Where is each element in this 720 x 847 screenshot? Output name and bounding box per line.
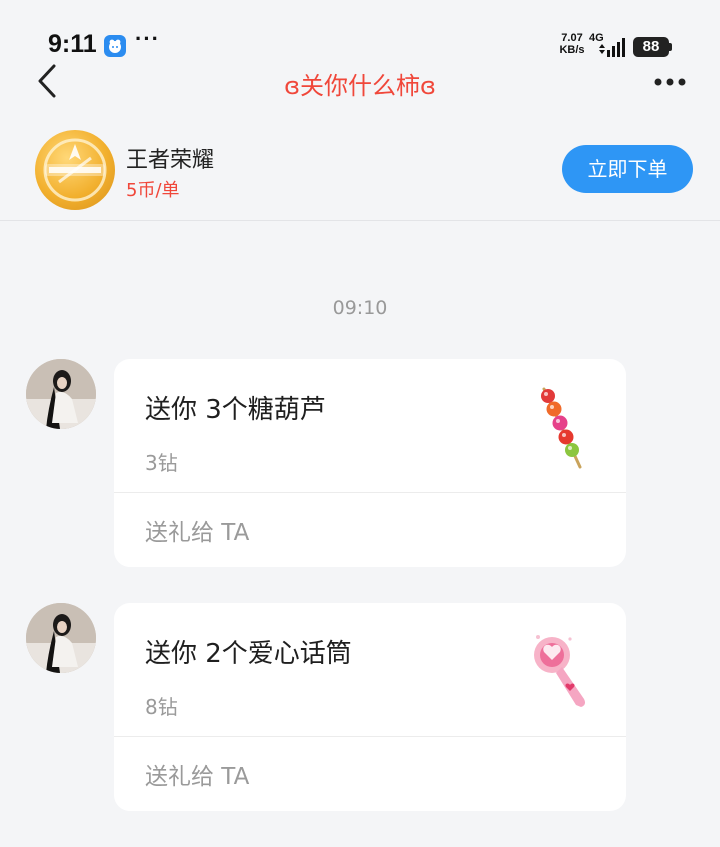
avatar[interactable] bbox=[26, 603, 96, 673]
order-now-button[interactable]: 立即下单 bbox=[562, 145, 693, 193]
candied-haws-icon bbox=[541, 387, 582, 469]
avatar[interactable] bbox=[26, 359, 96, 429]
more-options-button[interactable] bbox=[648, 70, 692, 94]
heart-microphone-icon bbox=[534, 635, 585, 707]
divider bbox=[114, 736, 626, 737]
chat-app-icon bbox=[104, 35, 126, 57]
signal-icon bbox=[599, 38, 625, 57]
network-speed: 7.07 KB/s bbox=[555, 32, 589, 56]
game-name: 王者荣耀 bbox=[126, 148, 215, 173]
game-price: 5币/单 bbox=[126, 180, 180, 201]
status-more-dots: ··· bbox=[135, 26, 160, 51]
send-gift-link[interactable]: 送礼给 TA bbox=[145, 513, 249, 547]
gift-title: 送你 3个糖葫芦 bbox=[145, 395, 326, 425]
gift-card: 送你 2个爱心话筒 8钻 送礼给 TA bbox=[114, 603, 626, 811]
battery-icon: 88 bbox=[633, 37, 669, 57]
status-time: 9:11 bbox=[48, 30, 97, 58]
chat-header: ɞ关你什么柿ɞ bbox=[0, 62, 720, 102]
gift-cost: 3钻 bbox=[145, 451, 178, 475]
game-service-card: 王者荣耀 5币/单 立即下单 bbox=[0, 118, 720, 221]
more-horizontal-icon bbox=[654, 78, 686, 86]
status-bar: 9:11 ··· 7.07 KB/s 4G 88 bbox=[0, 0, 720, 62]
send-gift-link[interactable]: 送礼给 TA bbox=[145, 757, 249, 791]
network-speed-value: 7.07 bbox=[561, 32, 583, 44]
gift-cost: 8钻 bbox=[145, 695, 178, 719]
divider bbox=[114, 492, 626, 493]
chat-timestamp: 09:10 bbox=[332, 297, 388, 319]
gift-card: 送你 3个糖葫芦 3钻 送礼给 TA bbox=[114, 359, 626, 567]
chat-title: ɞ关你什么柿ɞ bbox=[284, 72, 436, 100]
battery-tip bbox=[669, 43, 672, 51]
game-logo-icon bbox=[35, 130, 115, 210]
network-speed-unit: KB/s bbox=[559, 44, 585, 56]
gift-title: 送你 2个爱心话筒 bbox=[145, 639, 352, 669]
